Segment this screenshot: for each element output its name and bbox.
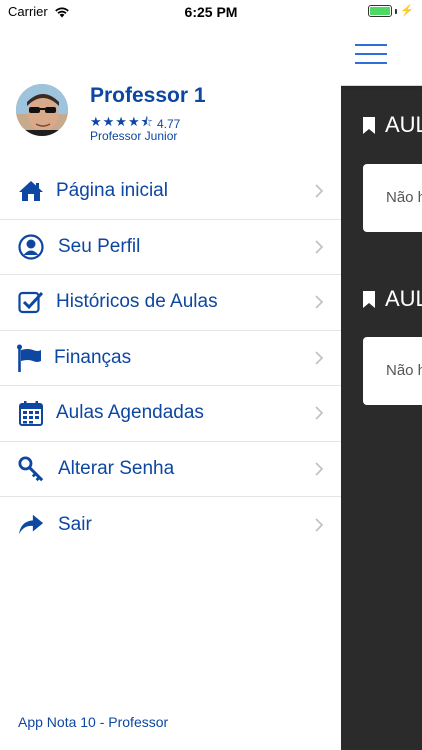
user-icon [18, 234, 44, 260]
status-bar: Carrier 6:25 PM ⚡ [0, 0, 422, 24]
chevron-right-icon [315, 406, 324, 420]
menu-item-label: Históricos de Aulas [56, 291, 218, 313]
main-content: AUL Não h AUL Não h [341, 24, 422, 750]
menu-item-label: Seu Perfil [58, 235, 141, 257]
hamburger-menu-icon[interactable] [355, 44, 387, 66]
chevron-right-icon [315, 240, 324, 254]
menu-item-label: Aulas Agendadas [56, 402, 204, 424]
menu-item-scheduled-classes[interactable]: Aulas Agendadas [0, 386, 341, 442]
battery-icon [368, 5, 393, 17]
menu-item-profile[interactable]: Seu Perfil [0, 220, 341, 275]
chevron-right-icon [315, 462, 324, 476]
chevron-right-icon [315, 184, 324, 198]
side-drawer: Professor 1 ★★★★⯪ 4.77 Professor Junior … [0, 24, 341, 750]
menu-item-change-password[interactable]: Alterar Senha [0, 442, 341, 497]
share-arrow-icon [18, 512, 44, 538]
menu-item-class-history[interactable]: Históricos de Aulas [0, 275, 341, 331]
content-card-1: Não h [363, 164, 422, 232]
menu-item-label: Alterar Senha [58, 457, 175, 479]
key-icon [18, 456, 44, 482]
menu-item-label: Sair [58, 513, 92, 535]
section-title-2: AUL [363, 286, 422, 312]
profile-name: Professor 1 [90, 84, 206, 107]
avatar-photo [16, 84, 68, 136]
chevron-right-icon [315, 351, 324, 365]
app-footer: App Nota 10 - Professor [18, 714, 169, 730]
calendar-icon [18, 400, 44, 427]
menu-item-home[interactable]: Página inicial [0, 164, 341, 220]
charging-icon: ⚡ [400, 5, 414, 17]
bookmark-icon [363, 290, 375, 308]
profile-level: Professor Junior [90, 129, 178, 143]
chevron-right-icon [315, 295, 324, 309]
check-square-icon [18, 289, 44, 315]
chevron-right-icon [315, 518, 324, 532]
flag-icon [16, 344, 42, 372]
avatar[interactable] [16, 84, 68, 136]
menu-item-label: Página inicial [56, 180, 168, 202]
status-time: 6:25 PM [184, 4, 238, 20]
menu-item-logout[interactable]: Sair [0, 497, 341, 553]
drawer-menu: Página inicial Seu Perfil Históricos de … [0, 164, 341, 553]
menu-item-finances[interactable]: Finanças [0, 331, 341, 386]
bookmark-icon [363, 116, 375, 134]
section-title-1: AUL [363, 112, 422, 138]
home-icon [18, 178, 44, 204]
menu-item-label: Finanças [54, 346, 132, 368]
content-card-2: Não h [363, 337, 422, 405]
profile-header: Professor 1 ★★★★⯪ 4.77 Professor Junior [0, 24, 341, 164]
content-navbar [341, 24, 422, 86]
